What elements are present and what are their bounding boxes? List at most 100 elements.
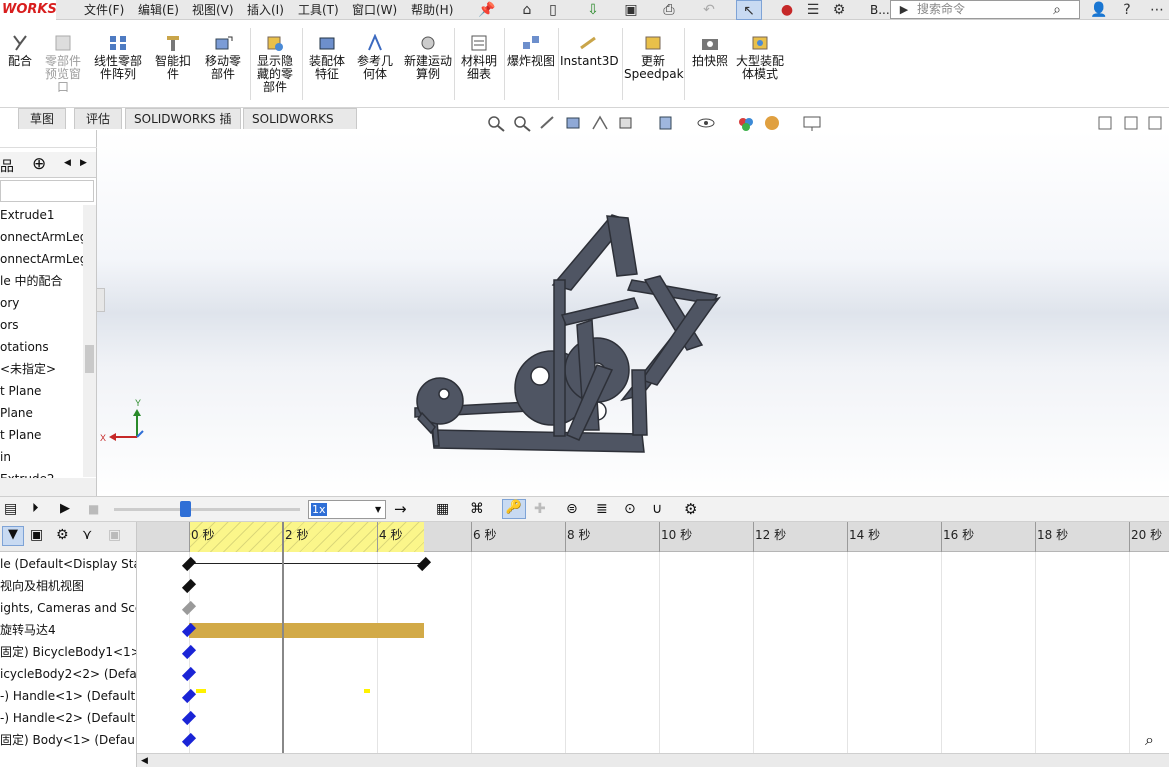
tab-evaluate[interactable]: 评估 — [74, 108, 122, 129]
tree-item[interactable]: onnectArmLeg — [0, 227, 87, 247]
options-gear-icon[interactable]: ⚙ — [828, 0, 850, 20]
timeline-key[interactable] — [181, 578, 197, 594]
tree-scroll-thumb[interactable] — [85, 345, 94, 373]
timeline-key[interactable] — [181, 644, 197, 660]
file-properties-icon[interactable]: ☰ — [802, 0, 824, 20]
motor-icon[interactable]: ⊜ — [566, 501, 578, 517]
menu-tools[interactable]: 工具(T) — [298, 0, 339, 20]
display-style-icon[interactable] — [656, 114, 676, 132]
hide-show-items-icon[interactable] — [696, 114, 716, 132]
viewport-maximize-icon[interactable] — [1124, 114, 1138, 132]
animation-wizard-icon[interactable]: ⌘ — [470, 501, 484, 517]
zoom-area-icon[interactable] — [512, 114, 532, 132]
tree-item[interactable]: Plane — [0, 403, 33, 423]
tree-item[interactable]: ors — [0, 315, 19, 335]
tab-sketch[interactable]: 草图 — [18, 108, 66, 129]
spring-icon[interactable]: ≣ — [596, 501, 608, 517]
contact-icon[interactable]: ⊙ — [624, 501, 636, 517]
apply-scene-icon[interactable] — [762, 114, 782, 132]
zoom-to-fit-icon[interactable] — [486, 114, 506, 132]
menu-insert[interactable]: 插入(I) — [247, 0, 284, 20]
graphics-area[interactable]: Y X — [97, 130, 1169, 496]
component-preview-button[interactable]: 零部件预览窗口 — [40, 24, 86, 94]
menu-help[interactable]: 帮助(H) — [411, 0, 453, 20]
viewport-close-icon[interactable] — [1148, 114, 1162, 132]
tree-item[interactable]: <未指定> — [0, 359, 56, 379]
motion-tree-item[interactable]: -) Handle<1> (Default< — [0, 686, 136, 706]
timeline-key[interactable] — [181, 556, 197, 572]
motion-tree-item[interactable]: icycleBody2<2> (Defau — [0, 664, 136, 684]
menu-edit[interactable]: 编辑(E) — [138, 0, 179, 20]
add-key-icon[interactable]: ✚ — [534, 501, 546, 517]
tree-scrollbar[interactable] — [83, 205, 96, 477]
dynamic-annotation-icon[interactable] — [590, 114, 610, 132]
tab-solidworks-addins[interactable]: SOLIDWORKS 插件 — [125, 108, 241, 147]
menu-view[interactable]: 视图(V) — [192, 0, 234, 20]
motion-tree-item[interactable]: 固定) BicycleBody1<1> — [0, 642, 136, 662]
tree-item[interactable]: le 中的配合 — [0, 271, 63, 291]
tree-item[interactable]: in — [0, 447, 11, 467]
timeline-key[interactable] — [416, 556, 432, 572]
scroll-left-icon[interactable]: ◀ — [141, 754, 148, 768]
assembly-features-button[interactable]: 装配体特征 — [304, 24, 350, 81]
home-icon[interactable]: ⌂ — [516, 0, 538, 20]
update-speedpak-button[interactable]: 更新Speedpak — [624, 24, 684, 81]
new-motion-study-button[interactable]: 新建运动算例 — [404, 24, 452, 81]
panel-collapse-handle[interactable] — [97, 288, 105, 312]
play-icon[interactable]: ▶ — [60, 501, 70, 516]
motion-tree-item[interactable]: le (Default<Display Sta — [0, 554, 136, 574]
filter-selected-icon[interactable]: ⚙ — [56, 527, 69, 543]
tree-tab-prev-icon[interactable]: ◀ — [64, 158, 71, 168]
tree-item[interactable]: t Plane — [0, 381, 41, 401]
timeline-key[interactable] — [181, 732, 197, 748]
model-viewport[interactable]: Y X — [97, 130, 1169, 496]
motion-tree-item[interactable]: 视向及相机视图 — [0, 576, 136, 596]
tree-item[interactable]: Extrude1 — [0, 205, 55, 225]
timeline[interactable]: 0 秒2 秒4 秒6 秒8 秒 10 秒 12 秒 14 秒 16 秒 18 秒 20 秒 … — [137, 522, 1169, 767]
playback-mode-icon[interactable]: → — [394, 500, 407, 518]
play-from-start-icon[interactable]: ⏵ — [32, 501, 39, 516]
timeline-scrollbar[interactable]: ◀ — [137, 753, 1169, 767]
user-icon[interactable]: 👤 — [1088, 0, 1110, 20]
calculate-icon[interactable]: ▤ — [4, 501, 17, 517]
timeline-key[interactable] — [181, 710, 197, 726]
motion-tree-item[interactable]: -) Handle<2> (Default< — [0, 708, 136, 728]
motion-tree-item[interactable]: ights, Cameras and Sce — [0, 598, 136, 618]
large-assembly-button[interactable]: 大型装配体模式 — [736, 24, 784, 81]
previous-view-icon[interactable] — [538, 114, 558, 132]
toolbar-overflow[interactable]: B... — [870, 0, 890, 20]
playback-speed-select[interactable]: 1x ▼ — [308, 500, 386, 519]
save-icon[interactable]: ▣ — [620, 0, 642, 20]
tree-item[interactable]: t Plane — [0, 425, 41, 445]
viewport-restore-icon[interactable] — [1098, 114, 1112, 132]
section-view-icon[interactable] — [564, 114, 584, 132]
motion-tree-item[interactable]: 固定) Body<1> (Default — [0, 730, 136, 750]
move-component-button[interactable]: 移动零部件 — [200, 24, 246, 81]
gravity-icon[interactable]: ∪ — [652, 501, 662, 517]
motion-study-properties-icon[interactable]: ⚙ — [684, 500, 697, 518]
motion-tree-item[interactable]: 旋转马达4 — [0, 620, 136, 640]
tab-solidworks-mbd[interactable]: SOLIDWORKS MBD — [243, 108, 357, 147]
tree-item[interactable]: onnectArmLeg — [0, 249, 87, 269]
select-icon[interactable]: ↖ — [736, 0, 762, 20]
linear-pattern-button[interactable]: 线性零部件阵列 — [90, 24, 146, 81]
timeline-key[interactable] — [181, 600, 197, 616]
filter-animated-icon[interactable]: ▼ — [2, 526, 24, 546]
bom-button[interactable]: 材料明细表 — [456, 24, 502, 81]
timeline-key[interactable] — [181, 688, 197, 704]
assembly-model[interactable] — [414, 214, 722, 453]
timeline-key[interactable] — [181, 666, 197, 682]
save-animation-icon[interactable]: ▦ — [436, 501, 449, 517]
smart-fasteners-button[interactable]: 智能扣件 — [150, 24, 196, 81]
rebuild-icon[interactable]: ● — [776, 0, 798, 20]
reference-geometry-button[interactable]: 参考几何体 — [352, 24, 398, 81]
view-orientation-icon[interactable] — [616, 114, 636, 132]
tree-item[interactable]: ory — [0, 293, 19, 313]
timeline-playhead[interactable] — [282, 522, 284, 753]
open-icon[interactable]: ⇩ — [582, 0, 604, 20]
playback-slider-track[interactable] — [114, 508, 300, 511]
configuration-manager-tab-icon[interactable]: ⊕ — [32, 154, 46, 174]
more-icon[interactable]: ⋯ — [1146, 0, 1168, 20]
stop-icon[interactable]: ■ — [88, 502, 99, 516]
tree-hscrollbar[interactable] — [0, 478, 96, 496]
